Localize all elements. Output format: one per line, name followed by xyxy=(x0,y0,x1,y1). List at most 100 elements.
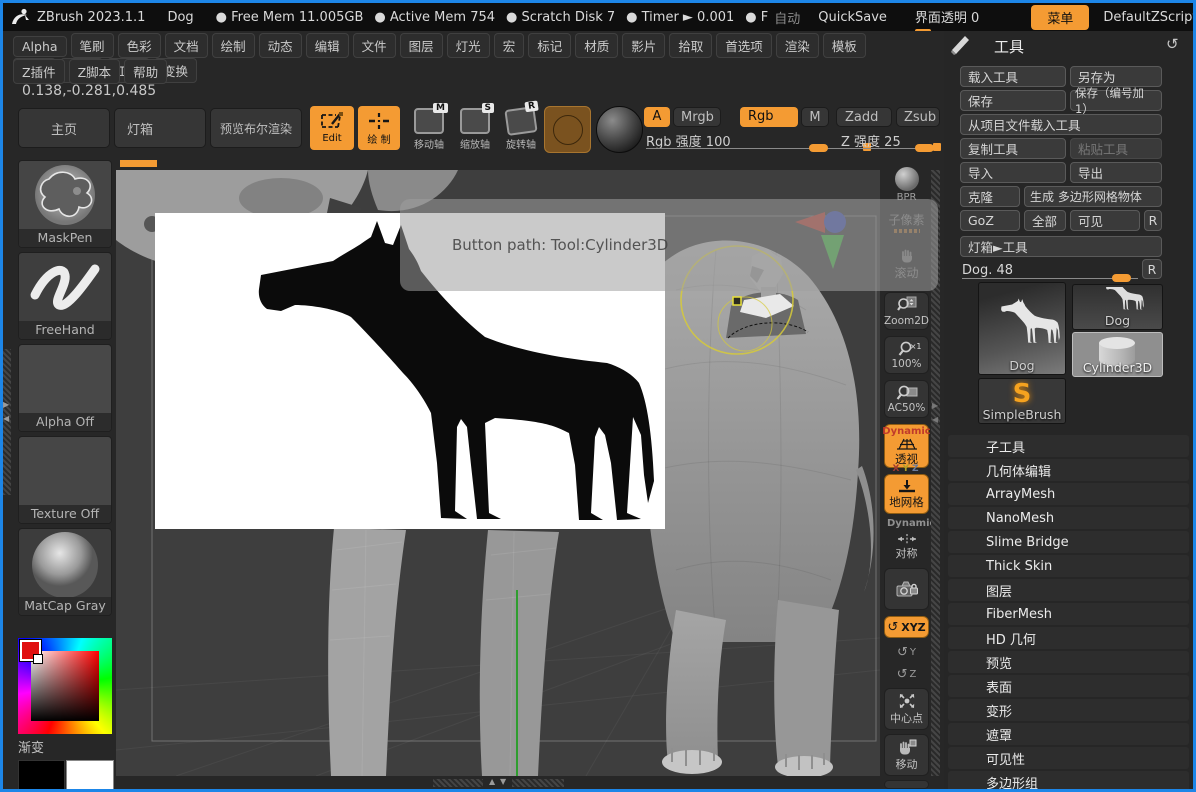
rotate-axis-button[interactable]: R 旋转轴 xyxy=(500,108,542,151)
subpalette-layers[interactable]: 图层 xyxy=(948,579,1189,601)
active-tool-slider[interactable]: Dog. 48 xyxy=(962,259,1138,281)
goz-all-button[interactable]: 全部 xyxy=(1024,210,1066,231)
left-panel-scroll-right-icon[interactable]: ▶ xyxy=(3,401,9,409)
anti-aliasing-button[interactable]: A xyxy=(644,107,670,127)
z-intensity-handle[interactable] xyxy=(915,144,934,152)
goz-visible-button[interactable]: 可见 xyxy=(1070,210,1140,231)
z-intensity-nub[interactable] xyxy=(933,143,941,151)
canvas-hscroll-right[interactable] xyxy=(512,779,564,787)
menu-item-zplugin[interactable]: Z插件 xyxy=(13,59,65,84)
material-swatch[interactable] xyxy=(544,106,591,153)
slider-r-button[interactable]: R xyxy=(1142,259,1162,279)
menu-item-help[interactable]: 帮助 xyxy=(124,59,167,84)
menu-toggle-button[interactable]: 菜单 xyxy=(1031,5,1089,30)
menu-item[interactable]: 动态 xyxy=(259,33,302,58)
canvas-scroll-up-icon[interactable]: ▲ xyxy=(489,778,495,786)
lightbox-indicator[interactable] xyxy=(120,160,157,167)
frame-center-button[interactable]: 中心点 xyxy=(884,688,929,730)
menu-item[interactable]: 图层 xyxy=(400,33,443,58)
edit-mode-button[interactable]: Edit xyxy=(310,106,354,150)
subpalette-slime-bridge[interactable]: Slime Bridge xyxy=(948,531,1189,553)
make-polymesh-button[interactable]: 生成 多边形网格物体 xyxy=(1024,186,1162,207)
canvas-hscroll-left[interactable] xyxy=(433,779,483,787)
goz-button[interactable]: GoZ xyxy=(960,210,1020,231)
menu-item[interactable]: 标记 xyxy=(528,33,571,58)
lightbox-button[interactable]: 灯箱 xyxy=(114,108,206,148)
subpalette-visibility[interactable]: 可见性 xyxy=(948,747,1189,769)
material-selector[interactable]: MatCap Gray xyxy=(18,528,112,616)
export-button[interactable]: 导出 xyxy=(1070,162,1162,183)
right-divider-expand-icon[interactable]: ▶ xyxy=(932,402,938,410)
active-tool-slider-handle[interactable] xyxy=(1112,274,1131,282)
tool-thumbnail-cylinder3d[interactable]: Cylinder3D xyxy=(1072,332,1163,377)
lightbox-tool-button[interactable]: 灯箱►工具 xyxy=(960,236,1162,257)
save-increment-button[interactable]: 保存（编号加 1） xyxy=(1070,90,1162,111)
symmetry-button[interactable]: 对称 xyxy=(884,531,929,563)
floor-grid-button[interactable]: 地网格 xyxy=(884,474,929,514)
left-panel-scroll-left-icon[interactable]: ◀ xyxy=(3,415,9,423)
pan-move-button[interactable]: 移动 xyxy=(884,734,929,776)
color-picker[interactable] xyxy=(18,638,112,734)
move-axis-button[interactable]: M 移动轴 xyxy=(408,108,450,151)
default-zscript-button[interactable]: DefaultZScript xyxy=(1103,10,1196,25)
sv-cursor[interactable] xyxy=(33,654,43,664)
load-from-project-button[interactable]: 从项目文件载入工具 xyxy=(960,114,1162,135)
right-divider-collapse-icon[interactable]: ◀ xyxy=(932,416,938,424)
subpalette-arraymesh[interactable]: ArrayMesh xyxy=(948,483,1189,505)
subpalette-deformation[interactable]: 变形 xyxy=(948,699,1189,721)
draw-mode-button[interactable]: 绘 制 xyxy=(358,106,400,150)
scale-axis-button[interactable]: S 缩放轴 xyxy=(454,108,496,151)
menu-item[interactable]: 宏 xyxy=(494,33,525,58)
zoom2d-button[interactable]: Zoom2D xyxy=(884,292,929,330)
canvas-scroll-down-icon[interactable]: ▼ xyxy=(500,778,506,786)
menu-item[interactable]: 色彩 xyxy=(118,33,161,58)
subpalette-fibermesh[interactable]: FiberMesh xyxy=(948,603,1189,625)
rotate-z-button[interactable]: ↺ Z xyxy=(884,664,929,684)
main-color-swatch[interactable] xyxy=(18,760,65,792)
ui-transparency-slider[interactable]: 界面透明 0 xyxy=(915,7,979,28)
tool-thumbnail-simplebrush[interactable]: S SimpleBrush xyxy=(978,378,1066,424)
camera-lock-button[interactable] xyxy=(884,568,929,610)
save-button[interactable]: 保存 xyxy=(960,90,1066,111)
rgb-intensity-handle[interactable] xyxy=(809,144,828,152)
home-button[interactable]: 主页 xyxy=(18,108,110,148)
tool-thumbnail-dog-large[interactable]: Dog xyxy=(978,282,1066,375)
brush-selector[interactable]: MaskPen xyxy=(18,160,112,248)
preview-boolean-button[interactable]: 预览布尔渲染 xyxy=(210,108,302,148)
alpha-selector[interactable]: Alpha Off xyxy=(18,344,112,432)
mrgb-button[interactable]: Mrgb xyxy=(673,107,721,127)
menu-item[interactable]: 笔刷 xyxy=(71,33,114,58)
subpalette-nanomesh[interactable]: NanoMesh xyxy=(948,507,1189,529)
subpalette-thick-skin[interactable]: Thick Skin xyxy=(948,555,1189,577)
reset-palette-icon[interactable]: ↺ xyxy=(1166,35,1179,53)
menu-item[interactable]: 影片 xyxy=(622,33,665,58)
subpalette-hd-geometry[interactable]: HD 几何 xyxy=(948,627,1189,649)
clone-button[interactable]: 克隆 xyxy=(960,186,1020,207)
subpalette-surface[interactable]: 表面 xyxy=(948,675,1189,697)
rgb-button[interactable]: Rgb xyxy=(740,107,798,127)
menu-item[interactable]: 文档 xyxy=(165,33,208,58)
menu-item[interactable]: 渲染 xyxy=(776,33,819,58)
menu-item[interactable]: 材质 xyxy=(575,33,618,58)
subpalette-geometry[interactable]: 几何体编辑 xyxy=(948,459,1189,481)
quicksave-button[interactable]: QuickSave xyxy=(818,10,887,25)
load-tool-button[interactable]: 载入工具 xyxy=(960,66,1066,87)
import-button[interactable]: 导入 xyxy=(960,162,1066,183)
zsub-button[interactable]: Zsub xyxy=(896,107,940,127)
menu-item[interactable]: 文件 xyxy=(353,33,396,58)
menu-item[interactable]: 首选项 xyxy=(716,33,772,58)
subpalette-preview[interactable]: 预览 xyxy=(948,651,1189,673)
secondary-color-swatch[interactable] xyxy=(66,760,114,792)
antialiased-half-button[interactable]: AC50% xyxy=(884,380,929,418)
menu-item[interactable]: Alpha xyxy=(13,36,67,57)
current-color-sphere[interactable] xyxy=(596,106,643,153)
menu-item[interactable]: 拾取 xyxy=(669,33,712,58)
menu-item[interactable]: 编辑 xyxy=(306,33,349,58)
z-intensity-slider[interactable]: Z 强度 25 xyxy=(841,131,941,151)
subpalette-masking[interactable]: 遮罩 xyxy=(948,723,1189,745)
menu-item-zscript[interactable]: Z脚本 xyxy=(69,59,121,84)
rotate-xyz-button[interactable]: ↺ XYZ xyxy=(884,616,929,638)
paste-tool-button[interactable]: 粘贴工具 xyxy=(1070,138,1162,159)
subpalette-subtool[interactable]: 子工具 xyxy=(948,435,1189,457)
menu-item[interactable]: 模板 xyxy=(823,33,866,58)
